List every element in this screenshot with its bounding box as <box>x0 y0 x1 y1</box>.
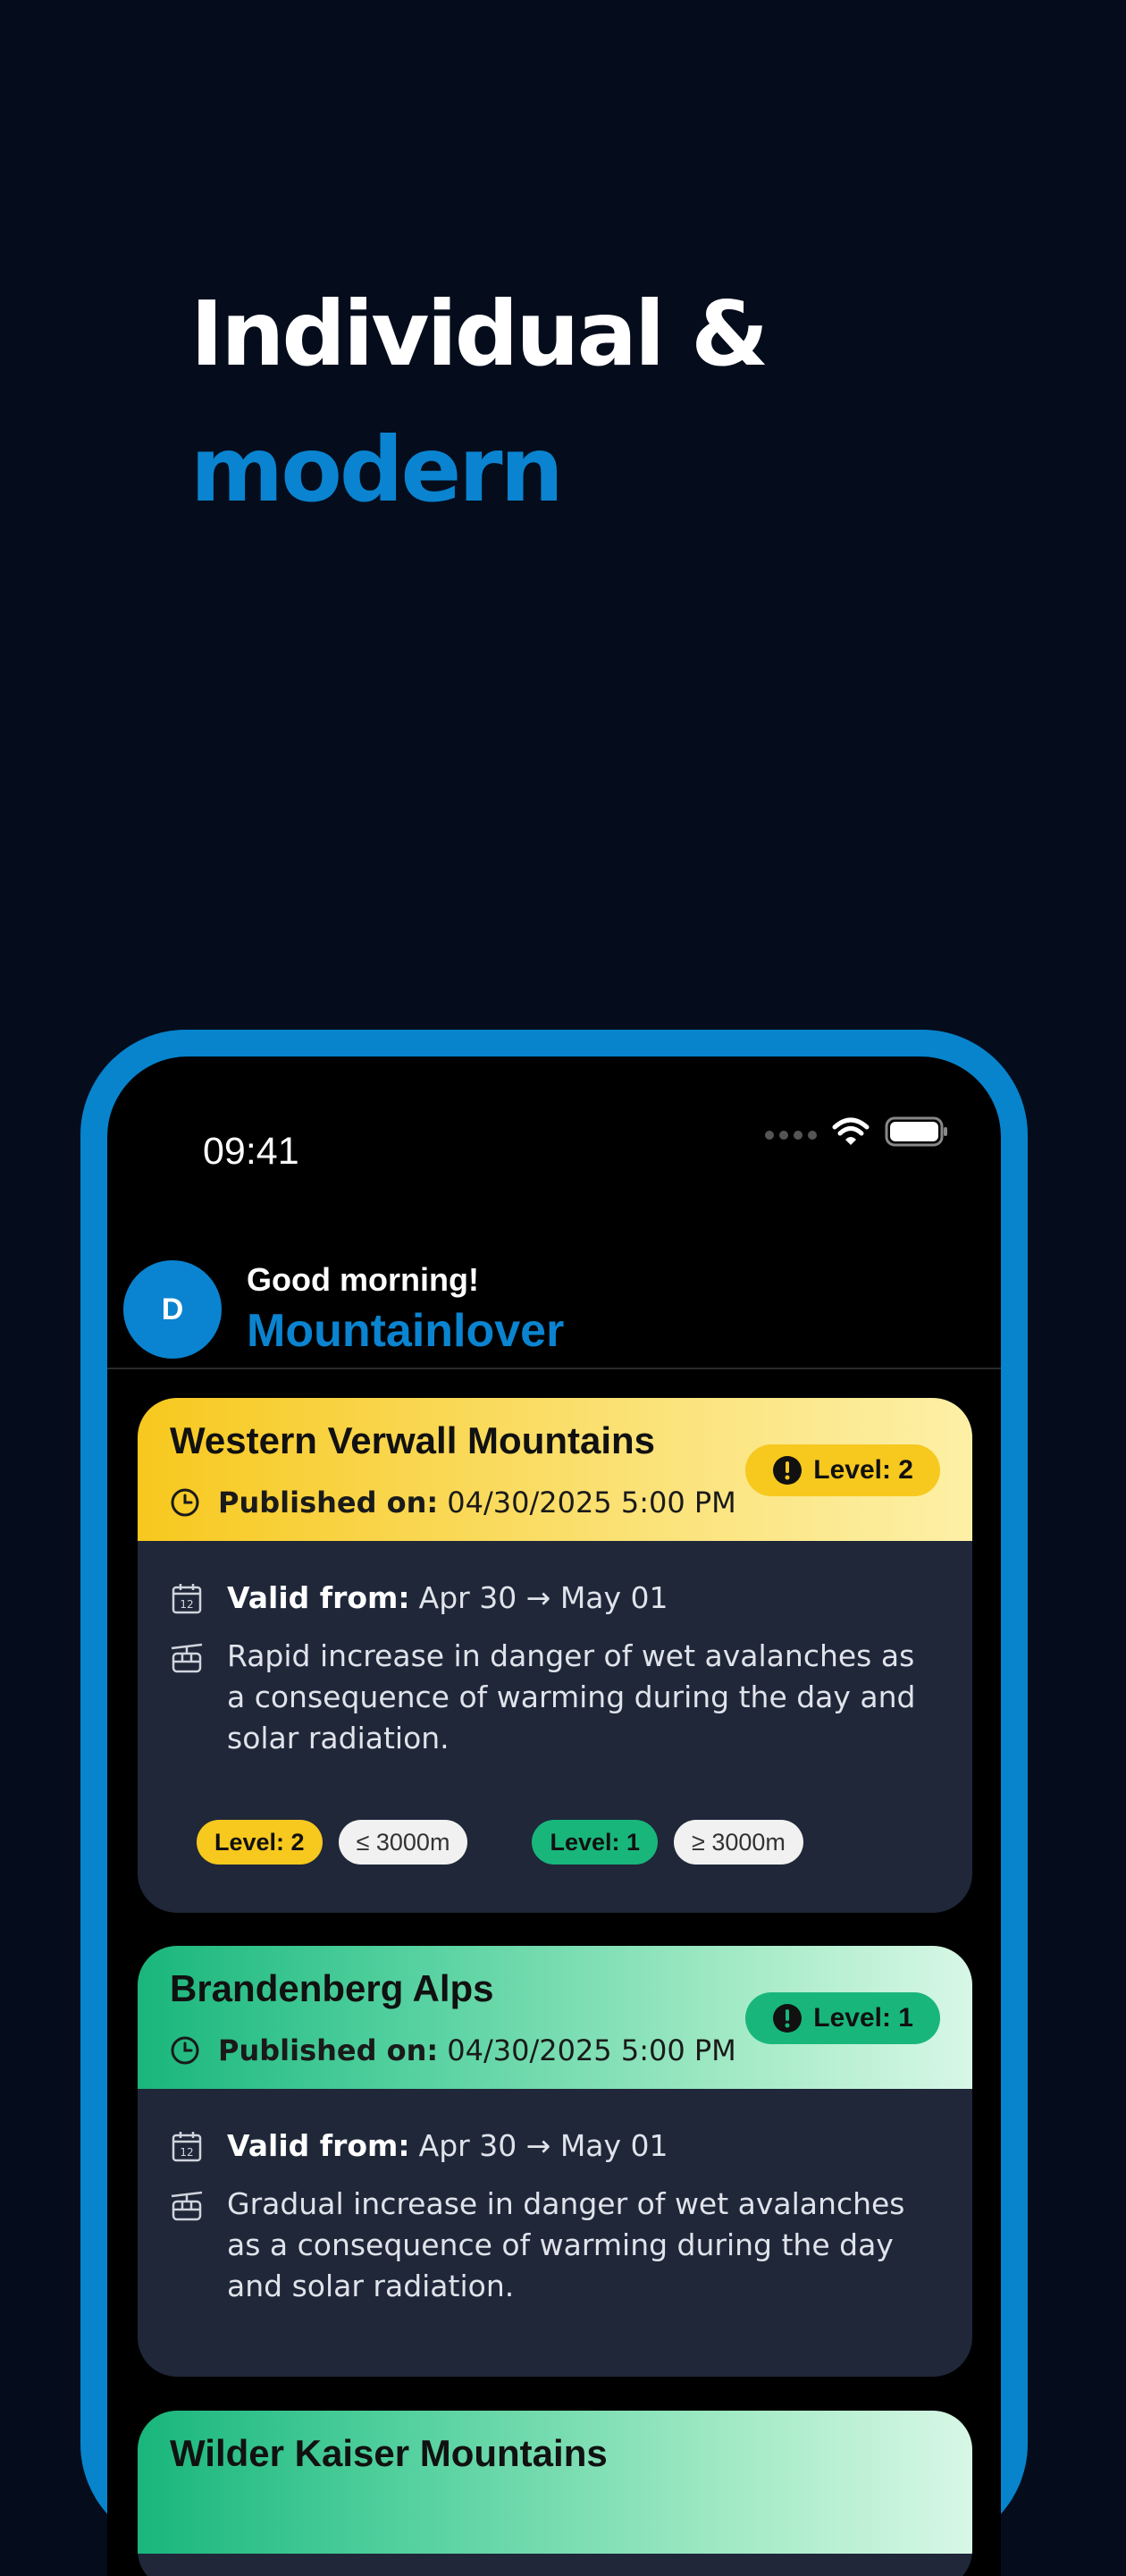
hero-title: Individual & modern <box>190 266 769 538</box>
published-value: 04/30/2025 5:00 PM <box>447 1486 736 1520</box>
card-header: Wilder Kaiser Mountains <box>138 2411 972 2554</box>
phone-frame: 09:41 D Good morning! Mountainlover West… <box>80 1030 1028 2576</box>
forecast-card[interactable]: Western Verwall Mountains Published on: … <box>138 1398 972 1913</box>
hero-title-line2: modern <box>190 417 564 522</box>
chip-elevation: ≥ 3000m <box>674 1820 803 1865</box>
forecast-card[interactable]: Wilder Kaiser Mountains <box>138 2411 972 2576</box>
level-badge: Level: 1 <box>745 1992 940 2044</box>
valid-label: Valid from: <box>227 2128 410 2163</box>
alert-icon <box>773 1456 802 1485</box>
valid-value: Apr 30 → May 01 <box>418 2128 668 2163</box>
card-body: 12 Valid from: Apr 30 → May 01 Gradual i… <box>138 2089 972 2307</box>
card-header: Western Verwall Mountains Published on: … <box>138 1398 972 1541</box>
region-title: Western Verwall Mountains <box>170 1419 656 1461</box>
region-title: Brandenberg Alps <box>170 1967 494 2009</box>
clock-icon <box>171 1488 199 1517</box>
region-title: Wilder Kaiser Mountains <box>170 2432 608 2474</box>
hero-title-line1: Individual & <box>190 282 769 386</box>
level-chips: Level: 2 ≤ 3000m Level: 1 ≥ 3000m <box>170 1784 937 1865</box>
valid-label: Valid from: <box>227 1580 410 1615</box>
alert-icon <box>773 2004 802 2033</box>
chip-level: Level: 1 <box>532 1820 659 1865</box>
published-info: Published on: 04/30/2025 5:00 PM <box>170 2033 736 2067</box>
level-label: Level: 2 <box>813 1455 913 1485</box>
published-label: Published on: <box>218 2033 439 2067</box>
card-body: 12 Valid from: Apr 30 → May 01 Rapid inc… <box>138 1541 972 1865</box>
svg-text:12: 12 <box>180 2146 193 2159</box>
avatar[interactable]: D <box>123 1260 222 1359</box>
published-label: Published on: <box>218 1486 439 1520</box>
danger-description: Rapid increase in danger of wet avalanch… <box>227 1638 916 1755</box>
cable-car-icon <box>171 2191 203 2221</box>
header-divider <box>107 1368 1001 1369</box>
level-badge: Level: 2 <box>745 1444 940 1496</box>
level-label: Level: 1 <box>813 2003 913 2033</box>
greeting-header: D Good morning! Mountainlover <box>123 1260 564 1359</box>
calendar-icon: 12 <box>172 2132 202 2162</box>
published-value: 04/30/2025 5:00 PM <box>447 2033 736 2067</box>
status-time: 09:41 <box>203 1130 299 1173</box>
forecast-card[interactable]: Brandenberg Alps Published on: 04/30/202… <box>138 1946 972 2377</box>
calendar-icon: 12 <box>172 1584 202 1614</box>
card-header: Brandenberg Alps Published on: 04/30/202… <box>138 1946 972 2089</box>
username: Mountainlover <box>247 1305 565 1357</box>
battery-icon <box>885 1116 947 1147</box>
published-info: Published on: 04/30/2025 5:00 PM <box>170 1486 736 1520</box>
svg-text:12: 12 <box>180 1598 193 1611</box>
wifi-icon <box>832 1117 870 1145</box>
phone-screen: 09:41 D Good morning! Mountainlover West… <box>107 1056 1001 2576</box>
cable-car-icon <box>171 1643 203 1673</box>
valid-value: Apr 30 → May 01 <box>418 1580 668 1615</box>
greeting-text: Good morning! <box>247 1261 479 1298</box>
chip-level: Level: 2 <box>197 1820 323 1865</box>
chip-elevation: ≤ 3000m <box>338 1820 468 1865</box>
status-icons <box>765 1115 949 1148</box>
danger-description: Gradual increase in danger of wet avalan… <box>227 2186 905 2303</box>
cellular-signal-icon <box>765 1131 817 1140</box>
clock-icon <box>171 2036 199 2065</box>
